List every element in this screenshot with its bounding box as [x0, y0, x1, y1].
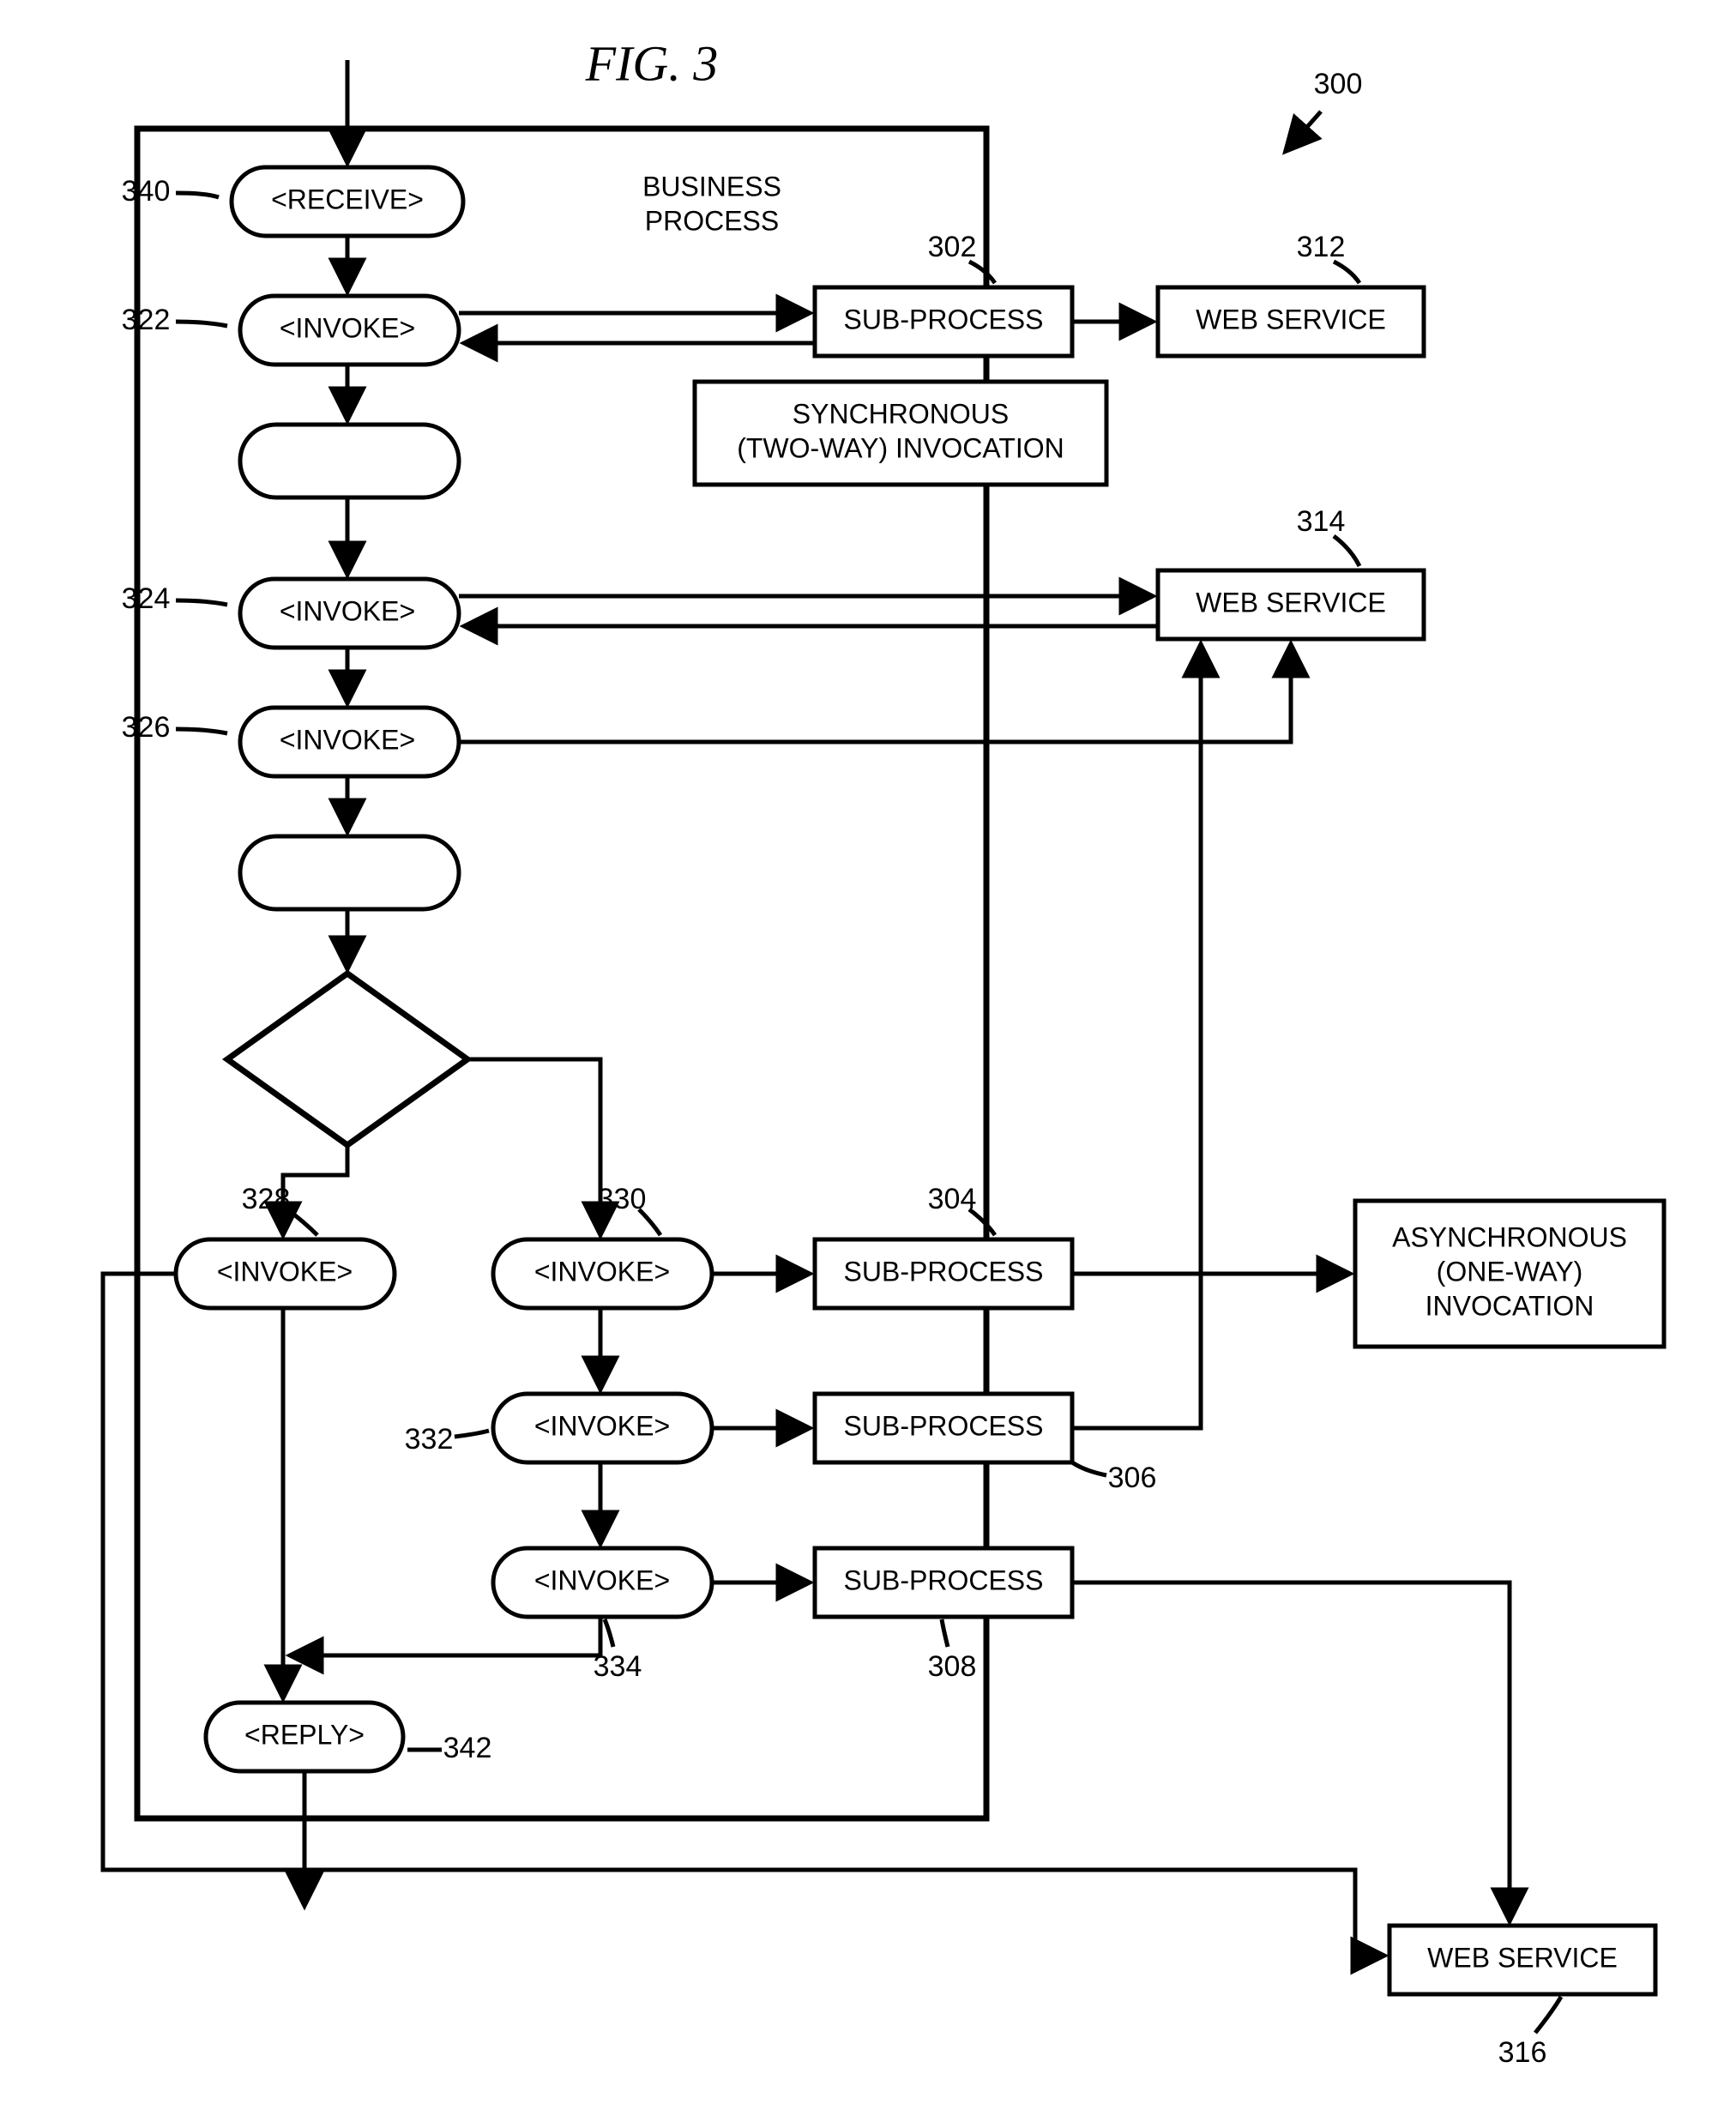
ref-332: 332	[405, 1423, 454, 1456]
arrow-306-314	[1072, 646, 1201, 1428]
ref-312-leader	[1334, 262, 1359, 283]
invoke-324-text: <INVOKE>	[280, 595, 415, 626]
ref-312: 312	[1297, 231, 1346, 263]
ref-308: 308	[928, 1650, 977, 1683]
ref-316-leader	[1535, 1997, 1561, 2033]
async-l1: ASYNCHRONOUS	[1392, 1221, 1627, 1252]
invoke-332-text: <INVOKE>	[534, 1410, 670, 1441]
ref-328: 328	[242, 1183, 291, 1215]
subprocess-308-text: SUB-PROCESS	[844, 1564, 1044, 1595]
ref-340: 340	[122, 175, 171, 208]
ref-306: 306	[1108, 1462, 1157, 1494]
webservice-312-text: WEB SERVICE	[1196, 304, 1386, 335]
ref-316: 316	[1498, 2036, 1547, 2069]
invoke-326-text: <INVOKE>	[280, 724, 415, 755]
figure-diagram: FIG. 3 300 BUSINESS PROCESS <RECEIVE> 34…	[0, 0, 1736, 2110]
ref-300-leader	[1287, 112, 1321, 150]
ref-302: 302	[928, 231, 977, 263]
subprocess-302-text: SUB-PROCESS	[844, 304, 1044, 335]
ref-314: 314	[1297, 505, 1346, 538]
ref-314-leader	[1334, 536, 1359, 566]
blank-node-1	[240, 425, 459, 497]
invoke-330-text: <INVOKE>	[534, 1256, 670, 1287]
subprocess-304-text: SUB-PROCESS	[844, 1256, 1044, 1287]
webservice-314-text: WEB SERVICE	[1196, 587, 1386, 618]
async-l3: INVOCATION	[1426, 1290, 1594, 1321]
ref-322: 322	[122, 304, 171, 336]
subprocess-306-text: SUB-PROCESS	[844, 1410, 1044, 1441]
webservice-316-text: WEB SERVICE	[1427, 1942, 1618, 1973]
sync-inv-l2: (TWO-WAY) INVOCATION	[737, 432, 1064, 463]
sync-inv-l1: SYNCHRONOUS	[793, 398, 1009, 429]
ref-324: 324	[122, 582, 171, 615]
ref-326: 326	[122, 711, 171, 744]
figure-title: FIG. 3	[585, 35, 719, 91]
invoke-328-text: <INVOKE>	[217, 1256, 353, 1287]
ref-300: 300	[1314, 68, 1363, 100]
business-process-label-2: PROCESS	[645, 205, 779, 236]
async-l2: (ONE-WAY)	[1437, 1256, 1583, 1287]
invoke-322-text: <INVOKE>	[280, 312, 415, 343]
ref-306-leader	[1072, 1462, 1106, 1475]
ref-342: 342	[443, 1732, 492, 1764]
receive-text: <RECEIVE>	[271, 184, 424, 214]
reply-text: <REPLY>	[244, 1719, 365, 1750]
invoke-334-text: <INVOKE>	[534, 1564, 670, 1595]
blank-node-2	[240, 836, 459, 909]
business-process-label-1: BUSINESS	[642, 171, 781, 202]
